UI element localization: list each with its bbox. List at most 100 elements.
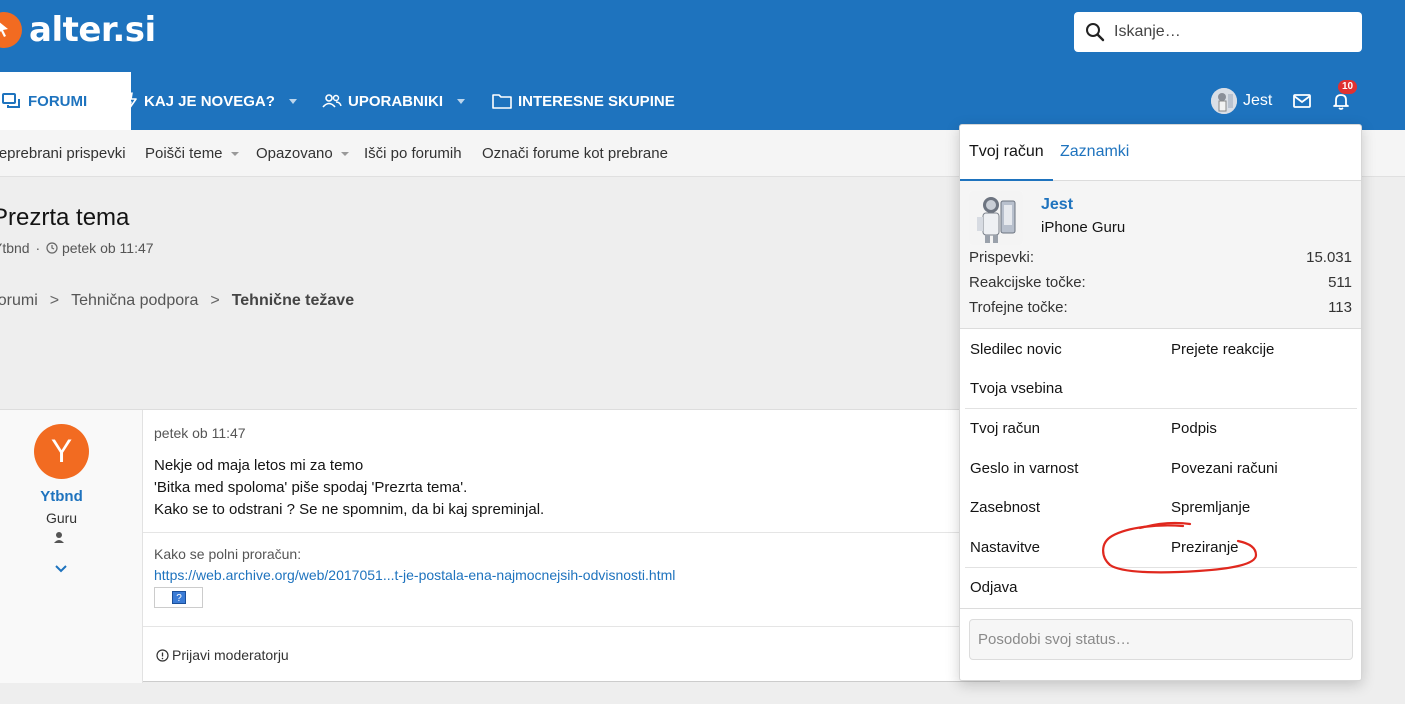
stat-reakcijske-tocke: Reakcijske točke: 511 [969,274,1352,291]
stat-value: 511 [1328,274,1352,291]
menu-spremljanje[interactable]: Spremljanje [1171,499,1250,516]
divider [960,608,1361,609]
menu-prejete-reakcije[interactable]: Prejete reakcije [1171,341,1274,358]
breadcrumb-tehnicne-tezave[interactable]: Tehnične težave [232,292,354,309]
folder-icon [492,94,512,109]
chevron-down-icon[interactable] [340,152,349,157]
post-user-title: Guru [45,510,78,526]
forum-icon [2,93,20,108]
chevron-down-icon[interactable] [288,98,297,104]
chevron-down-icon[interactable] [54,564,68,574]
broken-image-icon: ? [172,591,186,604]
stat-value: 113 [1328,299,1352,316]
report-label: Prijavi moderatorju [172,647,289,663]
subnav-label: Poišči teme [145,145,223,162]
post-username[interactable]: Ytbnd [0,488,123,505]
menu-sledilec-novic[interactable]: Sledilec novic [970,341,1062,358]
page-title: Prezrta tema [0,204,130,231]
signature-link[interactable]: https://web.archive.org/web/2017051...t-… [154,567,675,583]
stat-label: Trofejne točke: [969,299,1068,316]
post-line: 'Bitka med spoloma' piše spodaj 'Prezrta… [154,479,468,496]
bell-icon [1333,94,1349,110]
alerts-count-badge: 10 [1338,80,1358,94]
breadcrumb-tehnicna-podpora[interactable]: Tehnična podpora [71,292,198,309]
account-user-title: iPhone Guru [1041,219,1126,236]
users-icon [322,94,342,108]
tab-interesne-skupine[interactable]: INTERESNE SKUPINE [492,72,675,130]
thread-date[interactable]: petek ob 11:47 [62,240,154,256]
chevron-down-icon[interactable] [457,98,466,104]
account-name[interactable]: Jest [1041,196,1073,214]
tab-tvoj-racun[interactable]: Tvoj račun [960,143,1053,181]
divider [143,626,1000,627]
menu-odjava[interactable]: Odjava [970,579,1018,596]
tab-forumi[interactable]: FORUMI [0,72,131,130]
user-nav-button[interactable]: Jest [1211,72,1272,130]
user-status-icon [54,532,64,543]
stat-label: Prispevki: [969,249,1035,266]
post-date[interactable]: petek ob 11:47 [154,425,246,441]
chevron-down-icon[interactable] [230,152,239,157]
info-icon [156,648,169,662]
subnav-isci-po-forumih[interactable]: Išči po forumih [364,145,462,162]
tab-uporabniki[interactable]: UPORABNIKI [322,72,466,130]
tab-label: UPORABNIKI [348,92,444,110]
tab-kaj-je-novega[interactable]: KAJ JE NOVEGA? [124,72,297,130]
status-input[interactable] [969,619,1353,660]
subnav-neprebrani[interactable]: Neprebrani prispevki [0,145,126,162]
stat-label: Reakcijske točke: [969,274,1086,291]
tab-zaznamki[interactable]: Zaznamki [1060,143,1129,161]
menu-zasebnost[interactable]: Zasebnost [970,499,1040,516]
broken-image: ? [154,587,203,608]
report-button[interactable]: Prijavi moderatorju [156,647,289,663]
menu-povezani-racuni[interactable]: Povezani računi [1171,460,1278,477]
logo-icon[interactable] [0,12,22,48]
stat-trofejne-tocke: Trofejne točke: 113 [969,299,1352,316]
user-name: Jest [1243,92,1273,109]
signature-text: Kako se polni proračun: [154,546,302,562]
chevron-right-icon: > [210,292,220,309]
search-icon [1086,23,1105,42]
divider [965,408,1357,409]
meta-separator: · [35,240,41,256]
menu-nastavitve[interactable]: Nastavitve [970,539,1040,556]
avatar[interactable] [969,191,1023,245]
subnav-oznaci-prebrane[interactable]: Označi forume kot prebrane [482,145,668,162]
menu-tvoja-vsebina[interactable]: Tvoja vsebina [970,380,1063,397]
tab-label: INTERESNE SKUPINE [518,92,675,110]
stat-value: 15.031 [1306,249,1352,266]
mail-icon [1293,94,1311,108]
breadcrumb: Forumi > Tehnična podpora > Tehnične težave [0,292,354,310]
thread-meta: Ytbnd · petek ob 11:47 [0,240,154,256]
menu-geslo-in-varnost[interactable]: Geslo in varnost [970,460,1078,477]
tab-label: FORUMI [28,92,88,110]
account-menu-tabs: Tvoj račun Zaznamki [960,125,1361,181]
logo-text[interactable]: alter.si [29,10,156,50]
thread-author[interactable]: Ytbnd [0,240,30,256]
tab-label: KAJ JE NOVEGA? [144,92,275,110]
account-menu: Tvoj račun Zaznamki Jest iPhone Guru Pri… [959,124,1362,681]
clock-icon [46,242,58,254]
menu-podpis[interactable]: Podpis [1171,420,1217,437]
breadcrumb-forumi[interactable]: Forumi [0,292,38,309]
avatar [1211,88,1237,114]
divider [143,532,1000,533]
inbox-button[interactable] [1293,72,1311,130]
post-user-info: Y Ytbnd Guru [0,410,143,683]
chevron-right-icon: > [49,292,60,309]
main-nav: FORUMI KAJ JE NOVEGA? UPORABNIKI INTERES… [0,72,1405,130]
annotation-circle [1102,521,1258,574]
post-body: Nekje od maja letos mi za temo 'Bitka me… [154,455,544,521]
post-line: Nekje od maja letos mi za temo [154,457,364,474]
subnav-label: Opazovano [256,145,333,162]
avatar[interactable]: Y [34,424,89,479]
post-line: Kako se to odstrani ? Se ne spomnim, da … [154,501,545,518]
search-input[interactable] [1114,12,1354,52]
subnav-opazovano[interactable]: Opazovano [256,145,349,162]
subnav-poisci-teme[interactable]: Poišči teme [145,145,239,162]
account-profile: Jest iPhone Guru Prispevki: 15.031 Reakci… [960,181,1361,329]
menu-tvoj-racun[interactable]: Tvoj račun [970,420,1040,437]
site-header: alter.si [0,0,1405,72]
search-box[interactable] [1074,12,1362,52]
post: Y Ytbnd Guru petek ob 11:47 Nekje od maj… [0,409,1000,683]
